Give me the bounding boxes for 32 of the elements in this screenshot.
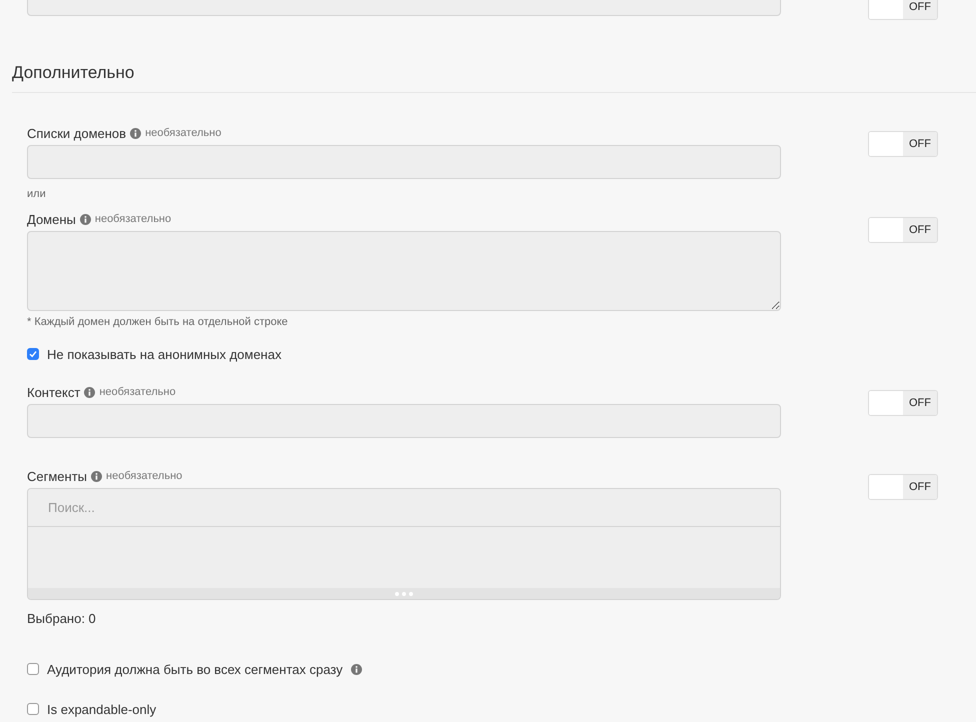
or-text: или (27, 187, 46, 201)
toggle-switch[interactable]: OFF (868, 0, 938, 20)
field-note: * Каждый домен должен быть на отдельной строке (27, 315, 289, 329)
toggle-switch[interactable]: OFF (868, 131, 938, 157)
text-input[interactable] (27, 145, 781, 179)
checkbox[interactable] (27, 703, 39, 715)
checkbox-label: Аудитория должна быть во всех сегментах сразу (47, 662, 343, 676)
field-label: Списки доменов (27, 126, 126, 140)
info-icon (130, 128, 142, 138)
field-label: Сегменты (27, 468, 88, 484)
section-title: Дополнительно (12, 62, 136, 84)
text-input[interactable] (27, 404, 781, 438)
info-icon (91, 470, 102, 482)
toggle-switch[interactable]: OFF (868, 474, 938, 500)
optional-hint: необязательно (106, 470, 182, 482)
selected-count: Выбрано: 0 (27, 611, 97, 627)
textarea-field[interactable] (27, 231, 781, 311)
optional-hint: необязательно (99, 386, 176, 398)
field-label: Контекст (27, 384, 80, 400)
checkbox-label: Is expandable-only (47, 702, 156, 716)
optional-hint: необязательно (145, 127, 222, 139)
checkbox[interactable] (27, 348, 39, 360)
checkbox[interactable] (27, 663, 39, 675)
field-label: Домены (27, 212, 76, 226)
toggle-switch[interactable]: OFF (868, 217, 938, 243)
checkbox-label: Не показывать на анонимных доменах (47, 346, 282, 362)
search-field[interactable]: Поиск... (28, 489, 780, 527)
toggle-switch[interactable]: OFF (868, 390, 938, 416)
info-icon (80, 214, 91, 224)
info-icon (84, 386, 96, 398)
optional-hint: необязательно (94, 213, 172, 225)
segment-picker[interactable]: Поиск... (27, 488, 781, 600)
